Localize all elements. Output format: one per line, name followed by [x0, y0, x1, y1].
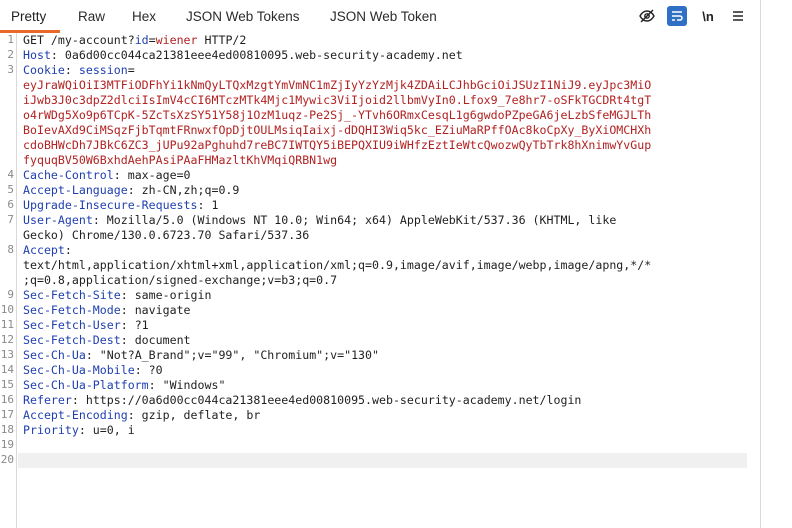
- tab-json-web-tokens[interactable]: JSON Web Tokens: [186, 9, 300, 24]
- line-number: 20: [0, 453, 14, 466]
- line-number: 2: [7, 48, 14, 61]
- line-number: 3: [7, 63, 14, 76]
- header-host: Host: 0a6d00cc044ca21381eee4ed00810095.w…: [23, 48, 463, 62]
- line-number: 7: [7, 213, 14, 226]
- line-number: 12: [0, 333, 14, 346]
- header-sec-ch-ua-platform: Sec-Ch-Ua-Platform: "Windows": [23, 378, 226, 392]
- header-sec-fetch-user: Sec-Fetch-User: ?1: [23, 318, 149, 332]
- header-accept-cont: text/html,application/xhtml+xml,applicat…: [23, 258, 652, 272]
- header-upgrade-insecure-requests: Upgrade-Insecure-Requests: 1: [23, 198, 219, 212]
- line-number: 15: [0, 378, 14, 391]
- header-accept: Accept:: [23, 243, 72, 257]
- tab-hex[interactable]: Hex: [132, 9, 156, 24]
- request-editor[interactable]: 1 2 3 4 5 6 7 8 9 10 11 12 13 14 15 16 1…: [0, 33, 760, 528]
- line-number: 5: [7, 183, 14, 196]
- cookie-value-line: iJwb3J0c3dpZ2dlciIsImV4cCI6MTczMTk4Mjc1M…: [23, 93, 652, 107]
- line-number: 16: [0, 393, 14, 406]
- header-sec-ch-ua-mobile: Sec-Ch-Ua-Mobile: ?0: [23, 363, 163, 377]
- line-number: 9: [7, 288, 14, 301]
- message-editor-toolbar: Pretty Raw Hex JSON Web Tokens JSON Web …: [0, 0, 760, 33]
- line-number-gutter: 1 2 3 4 5 6 7 8 9 10 11 12 13 14 15 16 1…: [0, 33, 17, 528]
- line-number: 4: [7, 168, 14, 181]
- line-number: 18: [0, 423, 14, 436]
- header-accept-language: Accept-Language: zh-CN,zh;q=0.9: [23, 183, 240, 197]
- line-number: 13: [0, 348, 14, 361]
- current-line-highlight: [18, 453, 747, 468]
- line-number: 8: [7, 243, 14, 256]
- line-number: 1: [7, 33, 14, 46]
- header-accept-cont: ;q=0.8,application/signed-exchange;v=b3;…: [23, 273, 338, 287]
- eye-slash-icon[interactable]: [637, 6, 657, 26]
- header-referer: Referer: https://0a6d00cc044ca21381eee4e…: [23, 393, 582, 407]
- line-number: 10: [0, 303, 14, 316]
- header-user-agent-cont: Gecko) Chrome/130.0.6723.70 Safari/537.3…: [23, 228, 310, 242]
- header-cookie: Cookie: session=: [23, 63, 135, 77]
- tab-pretty[interactable]: Pretty: [11, 9, 46, 24]
- wrap-lines-icon[interactable]: [667, 6, 687, 26]
- header-cache-control: Cache-Control: max-age=0: [23, 168, 191, 182]
- newline-toggle-button[interactable]: \n: [698, 6, 718, 26]
- line-number: 11: [0, 318, 14, 331]
- header-sec-fetch-dest: Sec-Fetch-Dest: document: [23, 333, 191, 347]
- line-number: 14: [0, 363, 14, 376]
- request-line: GET /my-account?id=wiener HTTP/2: [23, 33, 247, 47]
- header-sec-fetch-mode: Sec-Fetch-Mode: navigate: [23, 303, 191, 317]
- header-sec-ch-ua: Sec-Ch-Ua: "Not?A_Brand";v="99", "Chromi…: [23, 348, 379, 362]
- cookie-value-line: cdoBHWcDh7JBkC6ZC3_jUPu92aPghuhd7reBC7IW…: [23, 138, 652, 152]
- tab-raw[interactable]: Raw: [78, 9, 105, 24]
- header-sec-fetch-site: Sec-Fetch-Site: same-origin: [23, 288, 212, 302]
- header-accept-encoding: Accept-Encoding: gzip, deflate, br: [23, 408, 261, 422]
- line-number: 19: [0, 438, 14, 451]
- header-priority: Priority: u=0, i: [23, 423, 135, 437]
- line-number: 17: [0, 408, 14, 421]
- line-number: 6: [7, 198, 14, 211]
- cookie-value-line: fyquqBV50W6BxhdAehPAsiPAaFHMazltKhVMqiQR…: [23, 153, 338, 167]
- cookie-value-line: BoIevAXd9CiMSqzFjbTqmtFRnwxfOpDjtOULMsiq…: [23, 123, 652, 137]
- header-user-agent: User-Agent: Mozilla/5.0 (Windows NT 10.0…: [23, 213, 617, 227]
- cookie-value-line: o4rWDg5Xo9p6TCpK-5ZcTsXzSY51Y58j1OzM1uqz…: [23, 108, 652, 122]
- cookie-value-line: eyJraWQiOiI3MTFiODFhYi1kNmQyLTQxMzgtYmVm…: [23, 78, 652, 92]
- tab-json-web-token[interactable]: JSON Web Token: [330, 9, 437, 24]
- panel-divider: [760, 0, 761, 528]
- hamburger-menu-icon[interactable]: [728, 6, 748, 26]
